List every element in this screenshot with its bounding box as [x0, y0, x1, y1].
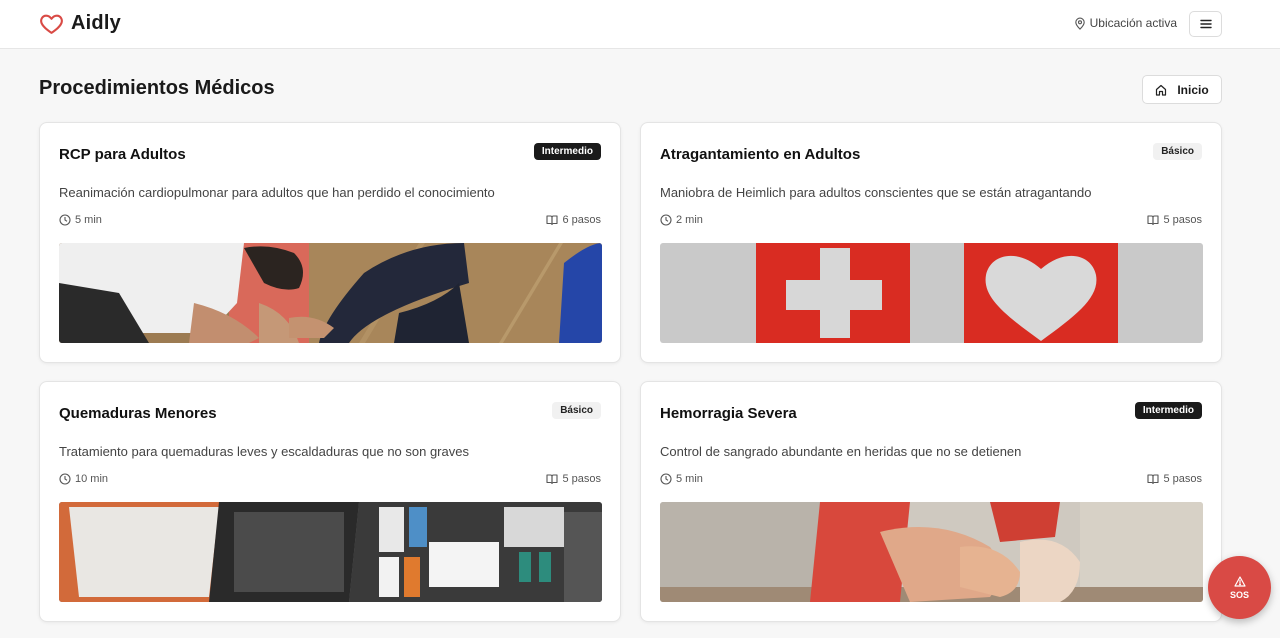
clock-icon [660, 214, 672, 226]
duration: 5 min [660, 473, 703, 485]
procedure-title: Quemaduras Menores [59, 405, 217, 422]
level-badge: Intermedio [1134, 402, 1202, 419]
procedure-description: Reanimación cardiopulmonar para adultos … [59, 185, 495, 200]
book-icon [546, 473, 559, 485]
procedure-card[interactable]: RCP para Adultos Intermedio Reanimación … [39, 122, 621, 363]
procedure-description: Tratamiento para quemaduras leves y esca… [59, 444, 469, 459]
procedure-description: Control de sangrado abundante en heridas… [660, 444, 1022, 459]
sos-label: SOS [1229, 589, 1249, 600]
duration-label: 5 min [676, 473, 703, 485]
duration-label: 10 min [75, 473, 109, 485]
procedure-title: RCP para Adultos [59, 146, 186, 163]
procedure-description: Maniobra de Heimlich para adultos consci… [660, 185, 1092, 200]
duration-label: 2 min [676, 214, 703, 226]
procedure-title: Atragantamiento en Adultos [660, 146, 861, 163]
app-name: Aidly [71, 12, 121, 34]
injured-athlete-photo [660, 502, 1203, 602]
step-count: 6 pasos [546, 214, 601, 226]
procedure-card[interactable]: Hemorragia Severa Intermedio Control de … [640, 381, 1222, 622]
location-status[interactable]: Ubicación activa [1074, 16, 1177, 30]
first-aid-cross-heart-photo [660, 243, 1203, 343]
steps-label: 5 pasos [1163, 473, 1202, 485]
steps-label: 6 pasos [562, 214, 601, 226]
app-logo[interactable]: Aidly [39, 11, 121, 36]
home-icon [1155, 84, 1167, 96]
duration: 10 min [59, 473, 108, 485]
book-icon [1147, 214, 1160, 226]
duration: 5 min [59, 214, 102, 226]
home-button[interactable]: Inicio [1142, 75, 1222, 104]
map-pin-icon [1074, 17, 1086, 30]
sos-button[interactable]: SOS [1208, 556, 1271, 619]
level-badge: Intermedio [533, 143, 601, 160]
home-label: Inicio [1177, 82, 1209, 97]
level-badge: Básico [552, 402, 601, 419]
menu-button[interactable] [1189, 11, 1222, 37]
book-icon [546, 214, 559, 226]
heart-icon [39, 11, 64, 36]
duration-label: 5 min [75, 214, 102, 226]
book-icon [1147, 473, 1160, 485]
step-count: 5 pasos [1147, 214, 1202, 226]
clock-icon [660, 473, 672, 485]
procedure-card[interactable]: Quemaduras Menores Básico Tratamiento pa… [39, 381, 621, 622]
alert-triangle-icon [1233, 575, 1246, 587]
level-badge: Básico [1153, 143, 1202, 160]
page-title: Procedimientos Médicos [39, 77, 275, 99]
menu-icon [1199, 19, 1212, 29]
cpr-training-photo [59, 243, 602, 343]
step-count: 5 pasos [1147, 473, 1202, 485]
duration: 2 min [660, 214, 703, 226]
top-bar: Aidly Ubicación activa [0, 0, 1280, 49]
step-count: 5 pasos [546, 473, 601, 485]
clock-icon [59, 473, 71, 485]
location-label: Ubicación activa [1089, 16, 1177, 30]
steps-label: 5 pasos [1163, 214, 1202, 226]
procedure-title: Hemorragia Severa [660, 405, 797, 422]
first-aid-kit-photo [59, 502, 602, 602]
clock-icon [59, 214, 71, 226]
procedure-card[interactable]: Atragantamiento en Adultos Básico Maniob… [640, 122, 1222, 363]
steps-label: 5 pasos [562, 473, 601, 485]
